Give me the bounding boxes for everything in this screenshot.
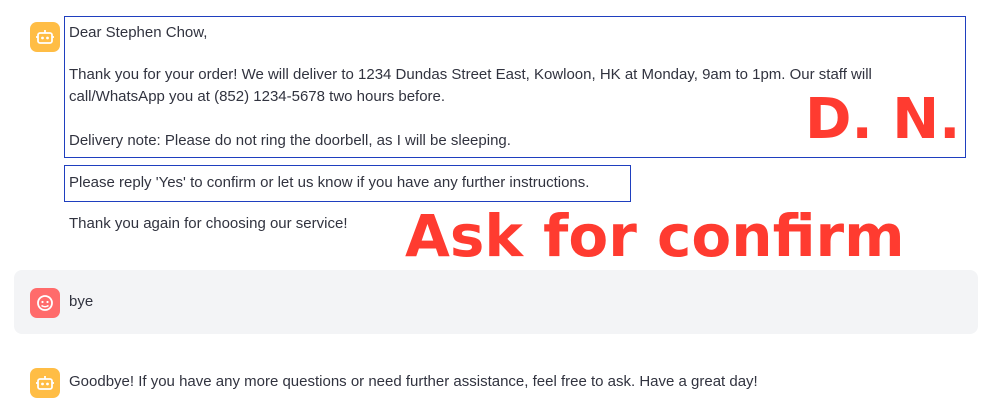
user-message-text: bye — [69, 293, 94, 310]
confirm-request-text: Please reply 'Yes' to confirm or let us … — [69, 174, 590, 191]
user-message-row — [14, 270, 978, 334]
goodbye-text: Goodbye! If you have any more questions … — [69, 373, 758, 390]
dn-annotation: D. N. — [805, 87, 961, 152]
robot-icon — [30, 368, 60, 398]
chat-canvas: Dear Stephen Chow, Thank you for your or… — [0, 0, 1000, 412]
robot-icon — [30, 22, 60, 52]
thanks-text: Thank you again for choosing our service… — [69, 215, 348, 232]
greeting-text: Dear Stephen Chow, — [69, 24, 208, 41]
delivery-note-text: Delivery note: Please do not ring the do… — [69, 132, 511, 149]
face-icon — [30, 288, 60, 318]
confirm-annotation: Ask for confirm — [405, 202, 905, 270]
